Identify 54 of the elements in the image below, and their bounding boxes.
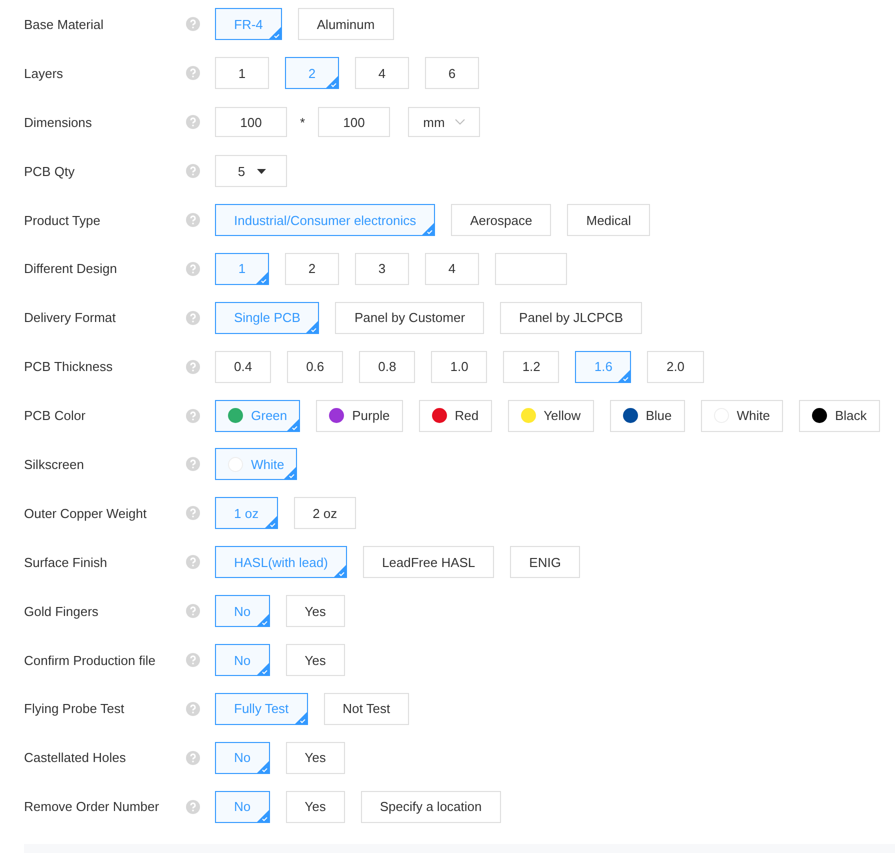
field-label: PCB Thickness (23, 359, 114, 374)
option-button[interactable]: Not Test (324, 692, 410, 725)
option-button[interactable]: Blue (610, 400, 685, 432)
quantity-dropdown[interactable]: 5 (215, 155, 287, 188)
option-button[interactable]: 4 (425, 252, 479, 285)
option-button[interactable]: Purple (316, 400, 403, 432)
field-label: Product Type (23, 212, 102, 228)
field-label: Surface Finish (23, 554, 108, 570)
option-button[interactable]: 1 (215, 57, 269, 90)
width-field[interactable]: 100 (215, 107, 287, 138)
field-label: Remove Order Number (23, 799, 160, 814)
field-label: Gold Fingers (23, 604, 100, 619)
option-button[interactable]: Aluminum (298, 8, 394, 40)
unit-dropdown[interactable]: mm (408, 107, 480, 138)
option-button[interactable]: White (700, 400, 783, 432)
option-button[interactable]: LeadFree HASL (362, 546, 494, 578)
times-sign: * (298, 114, 306, 130)
field-label: Different Design (23, 261, 118, 276)
field-label: Layers (23, 66, 64, 81)
option-button[interactable]: 0.4 (215, 350, 272, 383)
option-button[interactable]: Medical (567, 204, 650, 236)
option-button[interactable]: 6 (425, 57, 479, 90)
field-label: Dimensions (23, 114, 93, 130)
option-button[interactable]: 3 (355, 252, 409, 285)
option-button[interactable]: Aerospace (451, 204, 552, 236)
field-label: Delivery Format (23, 310, 117, 326)
field-label: Base Material (23, 16, 104, 32)
option-button[interactable]: 2.0 (647, 350, 704, 383)
option-button[interactable]: Specify a location (360, 790, 501, 823)
field-label: Confirm Production file (23, 652, 156, 668)
option-button[interactable]: 0.6 (287, 350, 344, 383)
option-button[interactable]: Panel by Customer (335, 302, 484, 334)
option-button[interactable]: Yes (286, 595, 345, 628)
field-label: PCB Qty (23, 164, 76, 179)
option-button[interactable]: Red (418, 400, 492, 432)
option-button[interactable]: 2 oz (294, 497, 356, 530)
option-button[interactable]: Yes (286, 790, 345, 823)
height-field[interactable]: 100 (318, 107, 390, 138)
option-button[interactable]: Panel by JLCPCB (500, 302, 642, 334)
field-label: Flying Probe Test (23, 701, 126, 716)
option-button[interactable]: 1.0 (431, 350, 488, 383)
option-button[interactable]: 4 (355, 57, 409, 90)
field-label: Castellated Holes (23, 750, 127, 766)
field-label: PCB Color (23, 408, 86, 424)
option-button[interactable]: ENIG (510, 546, 580, 578)
option-button[interactable]: Yes (286, 742, 345, 774)
field-label: Silkscreen (23, 456, 85, 472)
option-button[interactable]: 2 (285, 252, 339, 285)
option-button[interactable]: Yes (286, 644, 345, 676)
option-button[interactable]: 0.8 (359, 350, 416, 383)
field-label: Outer Copper Weight (23, 506, 148, 521)
option-button[interactable]: 1.2 (503, 350, 560, 383)
option-button[interactable]: Yellow (508, 400, 594, 432)
option-button[interactable]: Black (798, 400, 880, 432)
